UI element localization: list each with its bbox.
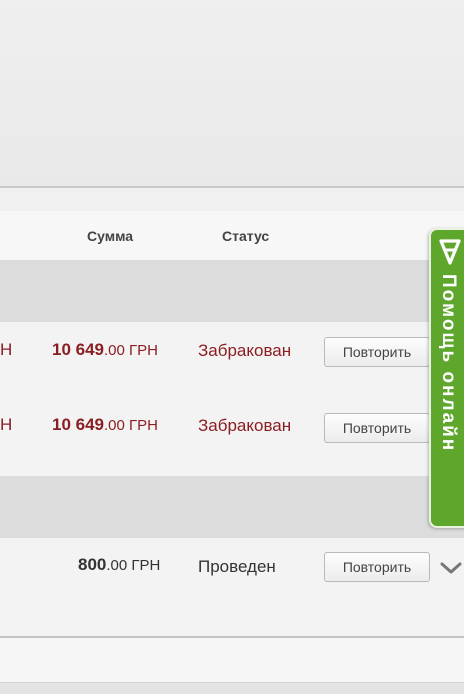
repeat-button[interactable]: Повторить bbox=[324, 337, 430, 367]
help-online-tab[interactable]: Помощь онлайн bbox=[429, 228, 464, 528]
footer-bar bbox=[0, 638, 464, 682]
amount-decimal: .00 ГРН bbox=[106, 557, 161, 574]
row-amount: 10 649.00 ГРН bbox=[52, 340, 158, 360]
column-header-status: Статус bbox=[222, 228, 270, 244]
repeat-button[interactable]: Повторить bbox=[324, 552, 430, 582]
footer-strip bbox=[0, 682, 464, 694]
amount-integer: 800 bbox=[78, 555, 107, 574]
chevron-down-icon[interactable] bbox=[439, 560, 463, 576]
amount-decimal: .00 ГРН bbox=[104, 417, 158, 434]
top-area bbox=[0, 0, 464, 187]
table-row-cut-text: Н bbox=[0, 340, 13, 359]
row-status: Забракован bbox=[198, 416, 292, 435]
row-amount: 800.00 ГРН bbox=[78, 555, 160, 575]
amount-integer: 10 649 bbox=[52, 340, 104, 359]
amount-decimal: .00 ГРН bbox=[104, 342, 158, 359]
group-band bbox=[0, 476, 464, 538]
help-online-label: Помощь онлайн bbox=[438, 274, 459, 453]
amount-integer: 10 649 bbox=[52, 415, 104, 434]
column-header-amount: Сумма bbox=[87, 228, 134, 244]
repeat-button[interactable]: Повторить bbox=[324, 413, 430, 443]
row-status: Проведен bbox=[198, 557, 276, 576]
chat-icon bbox=[439, 239, 461, 265]
group-band bbox=[0, 260, 464, 322]
row-amount: 10 649.00 ГРН bbox=[52, 415, 158, 435]
row-status: Забракован bbox=[198, 341, 292, 360]
table-row-cut-text: Н bbox=[0, 415, 13, 434]
